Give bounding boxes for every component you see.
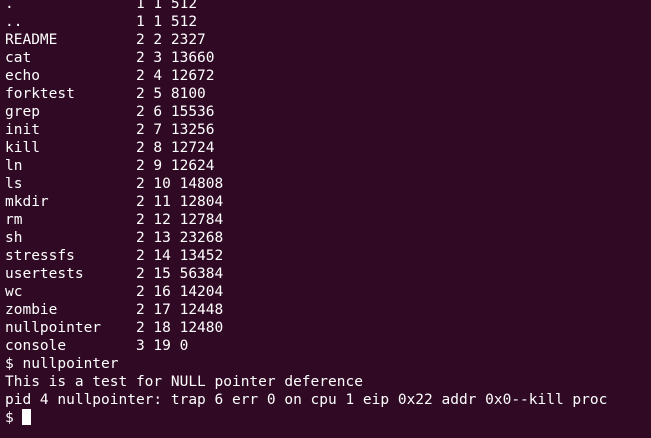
terminal-line: mkdir 2 11 12804 [5,194,224,210]
terminal-line: cat 2 3 13660 [5,50,215,66]
text-cursor[interactable] [22,409,32,425]
terminal-line: init 2 7 13256 [5,122,215,138]
terminal-line: . 1 1 512 [5,0,198,12]
terminal-line: zombie 2 17 12448 [5,302,224,318]
terminal-window[interactable]: . 1 1 512 .. 1 1 512 README 2 2 2327 cat… [0,0,651,433]
terminal-line: README 2 2 2327 [5,32,206,48]
terminal-line: $ nullpointer [5,356,119,372]
terminal-line: forktest 2 5 8100 [5,86,206,102]
terminal-line: kill 2 8 12724 [5,140,215,156]
terminal-line: usertests 2 15 56384 [5,266,224,282]
terminal-line: wc 2 16 14204 [5,284,224,300]
terminal-line: echo 2 4 12672 [5,68,215,84]
terminal-line: ls 2 10 14808 [5,176,224,192]
terminal-line: rm 2 12 12784 [5,212,224,228]
terminal-line: grep 2 6 15536 [5,104,215,120]
terminal-line: sh 2 13 23268 [5,230,224,246]
prompt-line[interactable]: $ [5,409,651,427]
terminal-line: nullpointer 2 18 12480 [5,320,224,336]
terminal-line: stressfs 2 14 13452 [5,248,224,264]
terminal-line: .. 1 1 512 [5,14,198,30]
terminal-line: console 3 19 0 [5,338,189,354]
terminal-line: pid 4 nullpointer: trap 6 err 0 on cpu 1… [5,392,608,408]
shell-prompt: $ [5,410,23,426]
terminal-line: ln 2 9 12624 [5,158,215,174]
terminal-line: This is a test for NULL pointer deferenc… [5,374,363,390]
